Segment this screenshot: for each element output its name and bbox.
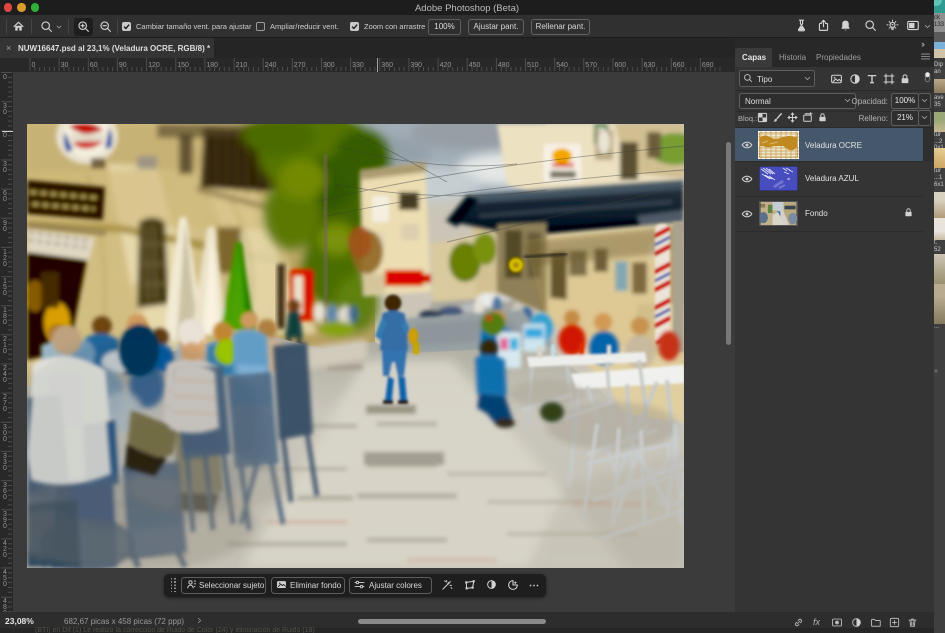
svg-text:al: al (787, 176, 790, 181)
